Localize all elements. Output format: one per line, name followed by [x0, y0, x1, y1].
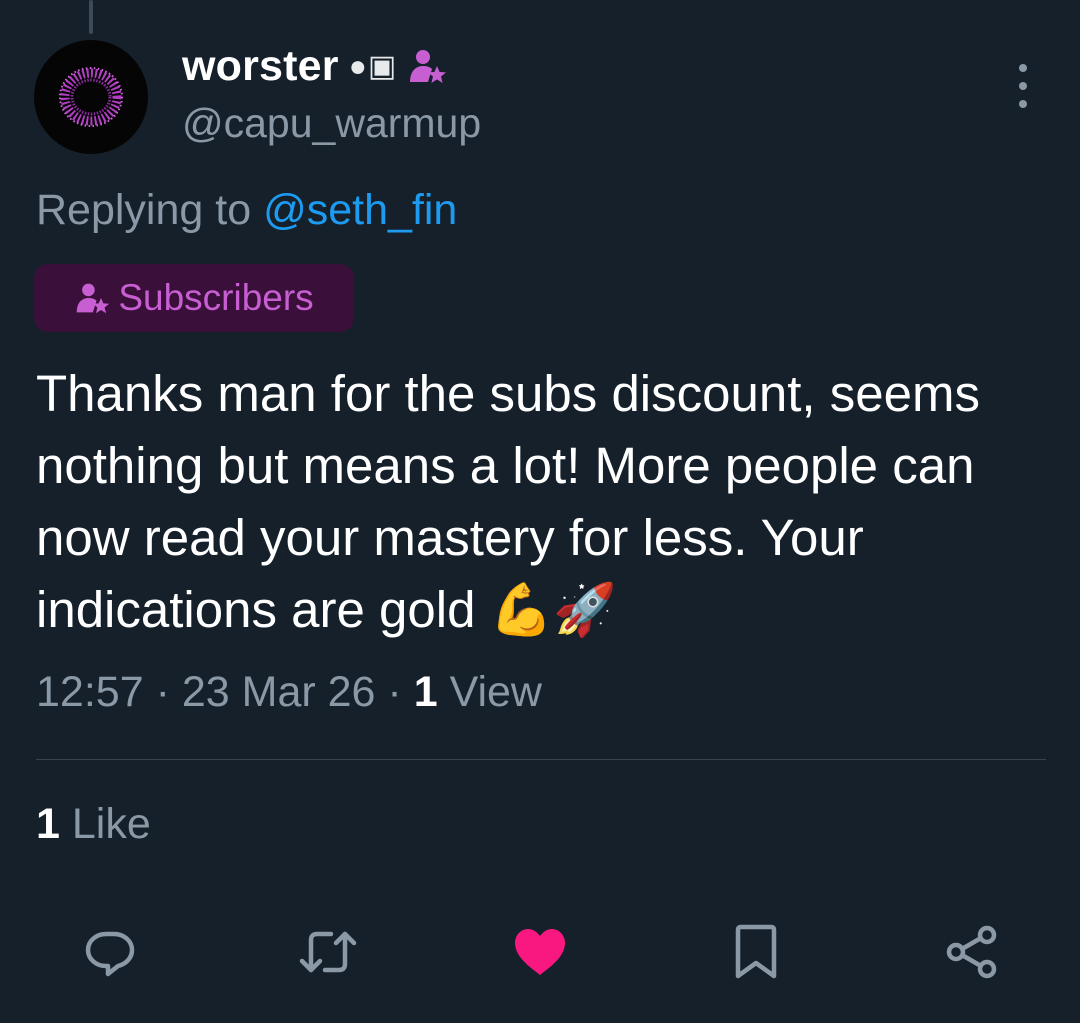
- author-handle[interactable]: @capu_warmup: [182, 100, 481, 147]
- replying-to-line: Replying to @seth_fin: [36, 186, 457, 235]
- action-bar: [0, 922, 1080, 982]
- tweet-text: Thanks man for the subs discount, seems …: [36, 365, 980, 638]
- subscribers-badge-label: Subscribers: [118, 277, 314, 318]
- avatar[interactable]: [34, 40, 148, 154]
- share-icon: [946, 925, 997, 979]
- share-button[interactable]: [942, 922, 1002, 982]
- name-emoji-glyphs: ●▣: [348, 49, 398, 83]
- likes-label: Like: [71, 800, 151, 848]
- retweet-icon: [299, 931, 357, 973]
- author-name-row: worster ●▣: [182, 40, 447, 92]
- likes-count: 1: [36, 800, 60, 848]
- like-button[interactable]: [510, 922, 570, 982]
- subscriber-star-icon: [77, 283, 110, 314]
- subscribers-badge[interactable]: Subscribers: [34, 264, 354, 332]
- subscriber-star-icon: [410, 50, 447, 83]
- purple-ring-avatar-icon: [59, 67, 123, 127]
- heart-icon: [515, 929, 565, 975]
- views-label: View: [449, 668, 542, 716]
- likes-summary[interactable]: 1 Like: [36, 800, 151, 849]
- meta-separator: ·: [387, 668, 402, 716]
- thread-connector-line: [89, 0, 93, 34]
- more-options-icon[interactable]: [1008, 64, 1038, 108]
- display-name[interactable]: worster: [182, 42, 339, 91]
- reply-icon: [85, 931, 135, 977]
- reply-mention-link[interactable]: @seth_fin: [263, 186, 457, 234]
- replying-prefix: Replying to: [36, 186, 252, 234]
- retweet-button[interactable]: [298, 922, 358, 982]
- divider: [36, 759, 1046, 760]
- meta-separator: ·: [155, 668, 170, 716]
- reply-button[interactable]: [80, 922, 140, 982]
- tweet-date[interactable]: 23 Mar 26: [182, 668, 376, 716]
- tweet-meta: 12:57 · 23 Mar 26 · 1 View: [36, 668, 542, 717]
- bookmark-icon: [735, 924, 777, 979]
- tweet-time[interactable]: 12:57: [36, 668, 144, 716]
- views-count: 1: [413, 668, 438, 716]
- bookmark-button[interactable]: [726, 922, 786, 982]
